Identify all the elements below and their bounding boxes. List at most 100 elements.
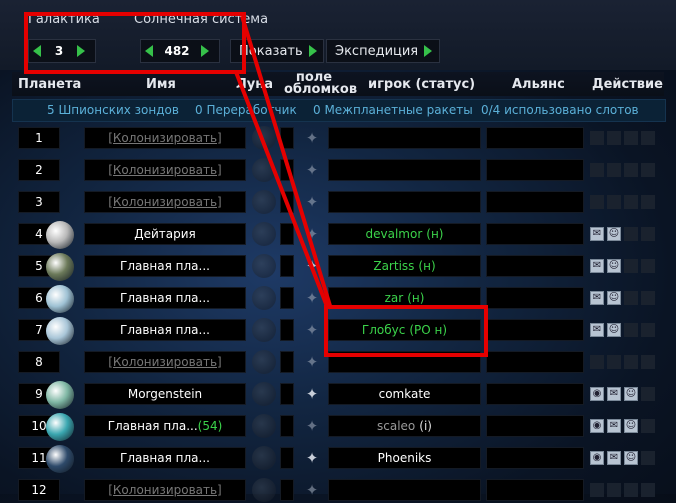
player-cell[interactable]: scaleo (i) [328,415,481,437]
moon-placeholder-icon [252,382,276,406]
alliance-cell [486,351,584,373]
message-icon[interactable]: ✉ [607,419,621,433]
player-status: (н) [418,259,436,273]
actions-cell: ◉ ✉ ☺ [590,383,662,405]
table-row: 9 Morgenstein ✦ comkate ◉ ✉ ☺ [16,381,664,409]
planet-name-text: Главная пла... [120,291,210,305]
player-name: comkate [378,387,431,401]
empty-action-slot [590,483,604,497]
empty-action-slot [607,483,621,497]
actions-cell: ✉ ☺ [590,255,662,277]
debris-field-icon: ✦ [305,353,319,371]
planet-name[interactable]: Главная пла... [84,287,246,309]
planet-image[interactable] [46,445,74,473]
planet-name[interactable]: Morgenstein [84,383,246,405]
expedition-button[interactable]: Экспедиция [326,39,440,63]
alliance-cell [486,223,584,245]
buddy-request-icon[interactable]: ☺ [607,227,621,241]
message-icon[interactable]: ✉ [590,323,604,337]
buddy-request-icon[interactable]: ☺ [624,419,638,433]
debris-cell [280,255,294,277]
empty-action-slot [590,131,604,145]
alliance-cell [486,383,584,405]
empty-action-slot [641,227,655,241]
debris-field-icon: ✦ [305,161,319,179]
player-cell[interactable]: devalmor (н) [328,223,481,245]
espionage-icon[interactable]: ◉ [590,387,604,401]
buddy-request-icon[interactable]: ☺ [607,259,621,273]
colonize-link[interactable]: [Колонизировать] [84,351,246,373]
moon-slot [250,414,278,438]
planet-name[interactable]: Главная пла... [84,255,246,277]
moon-placeholder-icon [252,222,276,246]
empty-action-slot [641,323,655,337]
planet-image[interactable] [46,285,74,313]
buddy-request-icon[interactable]: ☺ [624,387,638,401]
message-icon[interactable]: ✉ [590,227,604,241]
header-name: Имя [146,77,176,92]
colonize-link[interactable]: [Колонизировать] [84,479,246,501]
empty-action-slot [641,291,655,305]
planet-name-text: [Колонизировать] [108,131,222,145]
colonize-link[interactable]: [Колонизировать] [84,159,246,181]
message-icon[interactable]: ✉ [607,387,621,401]
header-alliance: Альянс [512,77,565,92]
message-icon[interactable]: ✉ [590,291,604,305]
debris-field-icon: ✦ [305,417,319,435]
message-icon[interactable]: ✉ [590,259,604,273]
alliance-cell [486,319,584,341]
alliance-cell [486,415,584,437]
planet-image[interactable] [46,317,74,345]
debris-cell [280,223,294,245]
annotation-box-player [324,305,488,357]
annotation-box-coordinates [24,12,246,74]
buddy-request-icon[interactable]: ☺ [607,323,621,337]
debris-cell [280,447,294,469]
debris-field-icon: ✦ [305,321,319,339]
debris-cell [280,287,294,309]
moon-slot [250,286,278,310]
colonize-link[interactable]: [Колонизировать] [84,191,246,213]
table-row: 12 [Колонизировать] ✦ [16,478,664,503]
buddy-request-icon[interactable]: ☺ [607,291,621,305]
expedition-arrow-icon [424,45,433,57]
actions-cell [590,191,662,213]
player-cell [328,479,481,501]
colonize-link[interactable]: [Колонизировать] [84,127,246,149]
empty-action-slot [624,323,638,337]
planet-name[interactable]: Главная пла... [84,447,246,469]
actions-cell: ✉ ☺ [590,287,662,309]
planet-image[interactable] [46,253,74,281]
position-number: 12 [18,479,60,501]
planet-name[interactable]: Главная пла... [84,319,246,341]
debris-field-icon[interactable]: ✦ [302,384,322,404]
moon-placeholder-icon [252,478,276,502]
player-cell [328,127,481,149]
header-player: игрок (статус) [368,77,476,92]
planet-name[interactable]: Дейтария [84,223,246,245]
buddy-request-icon[interactable]: ☺ [624,451,638,465]
empty-action-slot [641,387,655,401]
planet-name[interactable]: Главная пла... (54) [84,415,246,437]
player-cell[interactable]: comkate [328,383,481,405]
debris-field-icon: ✦ [305,193,319,211]
espionage-icon[interactable]: ◉ [590,419,604,433]
empty-action-slot [624,355,638,369]
moon-slot [250,478,278,502]
planet-image[interactable] [46,413,74,441]
player-cell[interactable]: Zartiss (н) [328,255,481,277]
empty-action-slot [641,483,655,497]
planet-image[interactable] [46,221,74,249]
planet-name-text: [Колонизировать] [108,483,222,497]
espionage-icon[interactable]: ◉ [590,451,604,465]
planet-image[interactable] [46,381,74,409]
empty-action-slot [641,131,655,145]
empty-action-slot [641,195,655,209]
probes-count: 5 Шпионских зондов [47,103,179,117]
alliance-cell [486,287,584,309]
position-number: 2 [18,159,60,181]
debris-field-icon[interactable]: ✦ [302,448,322,468]
message-icon[interactable]: ✉ [607,451,621,465]
player-cell[interactable]: Phoeniks [328,447,481,469]
player-status: (н) [426,227,444,241]
